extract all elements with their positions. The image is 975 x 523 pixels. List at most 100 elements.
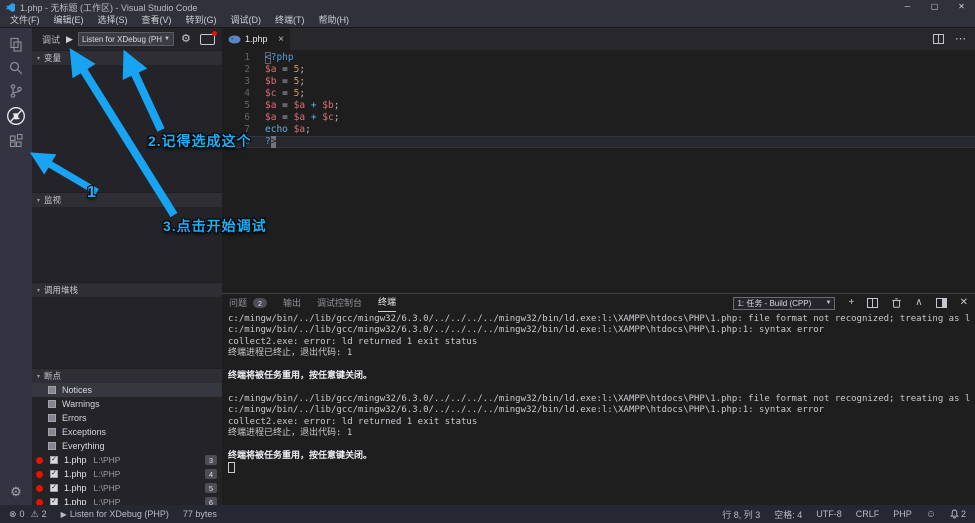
- terminal-select[interactable]: 1: 任务 - Build (CPP) ▼: [733, 297, 835, 310]
- panel-tab[interactable]: 终端: [378, 294, 396, 312]
- code-token: ;: [305, 124, 311, 136]
- terminal-output[interactable]: c:/mingw/bin/../lib/gcc/mingw32/6.3.0/..…: [228, 314, 971, 503]
- encoding-status[interactable]: UTF-8: [816, 509, 842, 519]
- line-number: 5: [222, 100, 265, 112]
- breakpoint-filter-everything[interactable]: Everything: [32, 439, 222, 453]
- code-editor[interactable]: 1<?php2$a = 5;3$b = 5;4$c = 5;5$a = $a +…: [222, 50, 975, 293]
- window-title: 1.php - 无标题 (工作区) - Visual Studio Code: [20, 1, 197, 14]
- editor-actions: ⋯: [933, 28, 975, 50]
- code-token: echo: [265, 124, 288, 136]
- notifications-status[interactable]: 2: [950, 509, 966, 519]
- checkbox-icon[interactable]: [48, 442, 56, 450]
- breakpoint-dot-icon: [36, 471, 43, 478]
- code-line[interactable]: 3$b = 5;: [222, 76, 975, 88]
- settings-gear-icon[interactable]: ⚙: [10, 485, 22, 498]
- php-icon: [228, 35, 241, 44]
- indentation-status[interactable]: 空格: 4: [774, 508, 802, 521]
- checkbox-checked-icon[interactable]: ✓: [50, 456, 58, 464]
- menu-item[interactable]: 帮助(H): [312, 14, 357, 27]
- breakpoint-line-badge: 6: [205, 497, 217, 505]
- problems-status[interactable]: ⊗ 0 ⚠ 2: [9, 509, 47, 520]
- debug-target-status[interactable]: ▶ Listen for XDebug (PHP): [61, 509, 169, 519]
- maximize-button[interactable]: ▢: [921, 0, 948, 14]
- start-debug-button[interactable]: ▶: [66, 34, 73, 45]
- checkbox-icon[interactable]: [48, 400, 56, 408]
- breakpoint-dot-icon: [36, 457, 43, 464]
- maximize-panel-icon[interactable]: ∧: [915, 298, 922, 308]
- language-status[interactable]: PHP: [893, 509, 912, 519]
- panel-tab[interactable]: 输出: [283, 295, 301, 312]
- terminal-line: [228, 360, 971, 371]
- breakpoint-item[interactable]: ✓1.phpL:\PHP4: [32, 467, 222, 481]
- breakpoint-dot-icon: [36, 485, 43, 492]
- panel-controls: 1: 任务 - Build (CPP) ▼ + ∧ ✕: [733, 297, 968, 310]
- cursor-position-status[interactable]: 行 8, 列 3: [722, 508, 760, 521]
- close-panel-icon[interactable]: ✕: [960, 298, 968, 308]
- breakpoint-filter-exceptions[interactable]: Exceptions: [32, 425, 222, 439]
- menu-item[interactable]: 编辑(E): [47, 14, 91, 27]
- feedback-smiley-icon[interactable]: ☺: [926, 509, 936, 520]
- tab-close-icon[interactable]: ×: [278, 34, 284, 45]
- debug-target-label: Listen for XDebug (PHP): [70, 509, 169, 519]
- line-number: 3: [222, 76, 265, 88]
- code-line[interactable]: 5$a = $a + $b;: [222, 100, 975, 112]
- debug-config-dropdown[interactable]: Listen for XDebug (PHI ▼: [78, 32, 174, 46]
- sidebar-title: 调试: [42, 33, 60, 46]
- tab-1-php[interactable]: 1.php ×: [222, 28, 290, 50]
- eol-status[interactable]: CRLF: [856, 509, 880, 519]
- line-number: 7: [222, 124, 265, 136]
- menu-item[interactable]: 调试(D): [224, 14, 269, 27]
- breakpoint-filter-warnings[interactable]: Warnings: [32, 397, 222, 411]
- section-breakpoints[interactable]: ▾ 断点: [32, 368, 222, 383]
- menu-item[interactable]: 选择(S): [91, 14, 135, 27]
- breakpoint-filter-errors[interactable]: Errors: [32, 411, 222, 425]
- code-line[interactable]: 8?>: [222, 136, 975, 148]
- extensions-icon[interactable]: [8, 133, 24, 149]
- code-line[interactable]: 1<?php: [222, 52, 975, 64]
- breakpoint-item[interactable]: ✓1.phpL:\PHP6: [32, 495, 222, 505]
- breakpoint-filter-notices[interactable]: Notices: [32, 383, 222, 397]
- terminal-line: [228, 382, 971, 393]
- checkbox-checked-icon[interactable]: ✓: [50, 470, 58, 478]
- terminal-line: 终端将被任务重用，按任意键关闭。: [228, 371, 971, 382]
- checkbox-icon[interactable]: [48, 414, 56, 422]
- panel-layout-icon[interactable]: [936, 298, 947, 308]
- breakpoint-item[interactable]: ✓1.phpL:\PHP5: [32, 481, 222, 495]
- section-call-stack[interactable]: ▾ 调用堆栈: [32, 282, 222, 297]
- code-line[interactable]: 7echo $a;: [222, 124, 975, 136]
- debug-icon[interactable]: [6, 106, 26, 126]
- line-number: 4: [222, 88, 265, 100]
- menu-item[interactable]: 转到(G): [179, 14, 224, 27]
- menu-item[interactable]: 查看(V): [135, 14, 179, 27]
- twisty-icon: ▾: [37, 287, 40, 294]
- code-line[interactable]: 6$a = $a + $c;: [222, 112, 975, 124]
- more-actions-icon[interactable]: ⋯: [955, 35, 966, 43]
- configure-gear-icon[interactable]: ⚙: [181, 34, 191, 45]
- section-watch[interactable]: ▾ 监视: [32, 192, 222, 207]
- menu-item[interactable]: 终端(T): [268, 14, 312, 27]
- checkbox-icon[interactable]: [48, 386, 56, 394]
- close-button[interactable]: ✕: [948, 0, 975, 14]
- panel-tab[interactable]: 问题2: [229, 295, 267, 312]
- checkbox-icon[interactable]: [48, 428, 56, 436]
- debug-console-icon[interactable]: [200, 34, 215, 45]
- minimize-button[interactable]: ─: [894, 0, 921, 14]
- checkbox-checked-icon[interactable]: ✓: [50, 484, 58, 492]
- kill-terminal-icon[interactable]: [891, 297, 902, 309]
- code-line[interactable]: 2$a = 5;: [222, 64, 975, 76]
- code-line[interactable]: 4$c = 5;: [222, 88, 975, 100]
- explorer-icon[interactable]: [8, 37, 24, 53]
- menu-bar: 文件(F)编辑(E)选择(S)查看(V)转到(G)调试(D)终端(T)帮助(H): [0, 14, 975, 28]
- new-terminal-icon[interactable]: +: [848, 298, 854, 308]
- section-variables[interactable]: ▾ 变量: [32, 50, 222, 65]
- breakpoint-file: 1.php: [64, 483, 87, 493]
- source-control-icon[interactable]: [8, 83, 24, 99]
- split-terminal-icon[interactable]: [867, 298, 878, 308]
- search-icon[interactable]: [8, 60, 24, 76]
- breakpoint-item[interactable]: ✓1.phpL:\PHP3: [32, 453, 222, 467]
- breakpoint-filter-label: Warnings: [62, 399, 100, 409]
- panel-tab[interactable]: 调试控制台: [317, 295, 362, 312]
- menu-item[interactable]: 文件(F): [3, 14, 47, 27]
- checkbox-checked-icon[interactable]: ✓: [50, 498, 58, 505]
- split-editor-icon[interactable]: [933, 34, 944, 44]
